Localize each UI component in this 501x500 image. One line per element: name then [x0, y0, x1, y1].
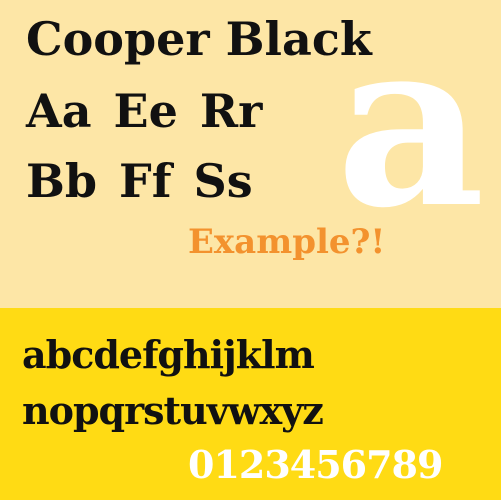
example-text: Example?! [188, 222, 386, 262]
sample-row-2: Bb Ff Ss [26, 154, 253, 208]
lowercase-row-2: nopqrstuvwxyz [22, 388, 324, 433]
sample-row-1: Aa Ee Rr [26, 84, 263, 138]
lowercase-row-1: abcdefghijklm [22, 332, 315, 377]
top-panel: a Cooper Black Aa Ee Rr Bb Ff Ss Example… [0, 0, 501, 308]
digits-row: 0123456789 [188, 442, 443, 487]
font-name-title: Cooper Black [26, 12, 372, 66]
bottom-panel: abcdefghijklm nopqrstuvwxyz 0123456789 [0, 308, 501, 500]
